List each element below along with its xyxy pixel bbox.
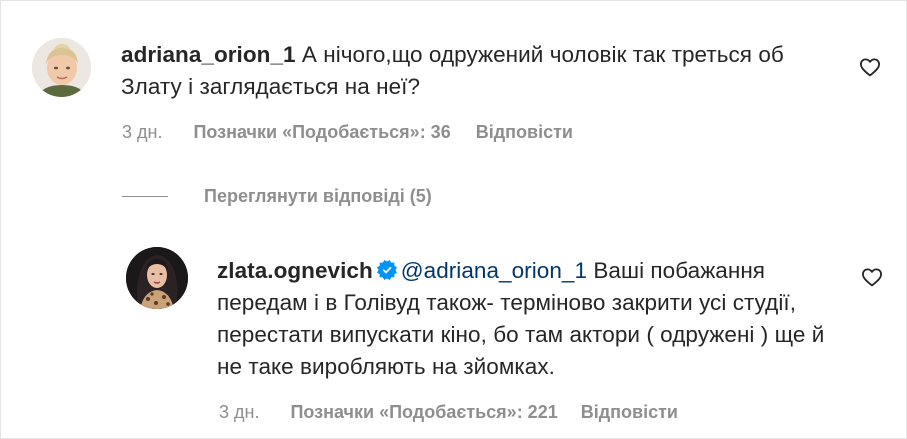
comment-meta: 3 дн. Позначки «Подобається»: 36 Відпові…	[122, 122, 573, 143]
replier-avatar[interactable]	[126, 247, 188, 309]
likes-count-button[interactable]: Позначки «Подобається»: 221	[290, 402, 557, 423]
comment-timestamp[interactable]: 3 дн.	[122, 122, 162, 143]
reply-button[interactable]: Відповісти	[581, 402, 678, 423]
reply-meta: 3 дн. Позначки «Подобається»: 221 Відпов…	[219, 402, 678, 423]
reply-timestamp[interactable]: 3 дн.	[219, 402, 259, 423]
heart-outline-icon[interactable]	[861, 267, 883, 287]
view-replies-button[interactable]: Переглянути відповіді (5)	[122, 185, 432, 207]
comments-panel: adriana_orion_1 А нічого,що одружений чо…	[0, 0, 907, 439]
reply-button[interactable]: Відповісти	[476, 122, 573, 143]
verified-badge-icon	[376, 260, 397, 280]
heart-outline-icon[interactable]	[859, 57, 881, 77]
commenter-avatar[interactable]	[32, 38, 91, 97]
reply-username[interactable]: zlata.ognevich	[217, 258, 373, 283]
replies-divider-line	[122, 195, 168, 197]
comment-body: adriana_orion_1 А нічого,що одружений чо…	[121, 39, 841, 103]
view-replies-label: Переглянути відповіді (5)	[204, 185, 432, 206]
reply-body: zlata.ognevich @adriana_orion_1 Ваші поб…	[217, 255, 837, 383]
user-mention-link[interactable]: @adriana_orion_1	[401, 258, 587, 283]
comment-username[interactable]: adriana_orion_1	[121, 42, 296, 67]
likes-count-button[interactable]: Позначки «Подобається»: 36	[193, 122, 450, 143]
